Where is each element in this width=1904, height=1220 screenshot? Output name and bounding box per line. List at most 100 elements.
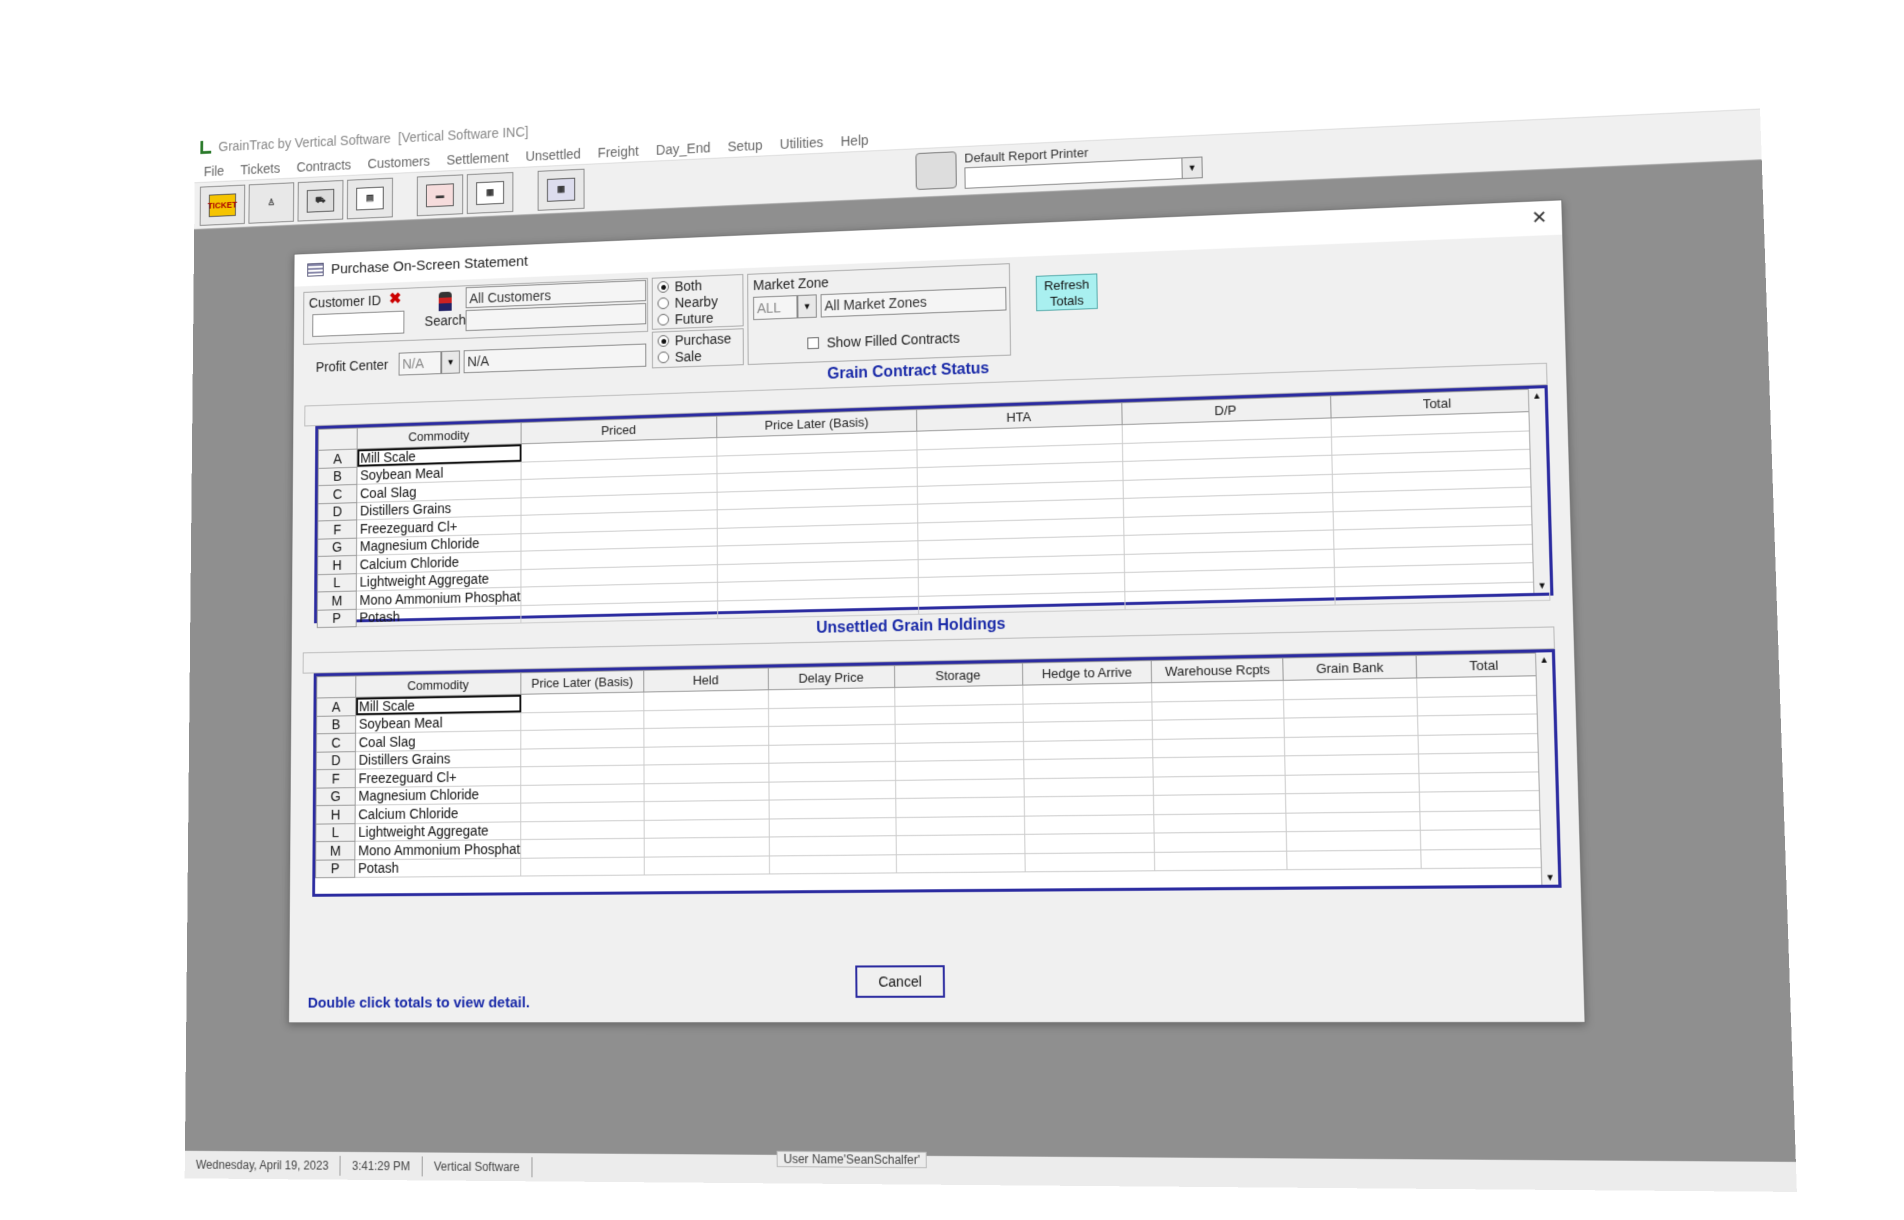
unsettled-value-cell[interactable]: [521, 728, 644, 748]
unsettled-value-cell[interactable]: [1153, 718, 1285, 739]
unsettled-value-cell[interactable]: [1022, 683, 1152, 704]
unsettled-value-cell[interactable]: [1024, 833, 1155, 853]
menu-help[interactable]: Help: [841, 132, 869, 149]
col-delay-price[interactable]: Delay Price: [768, 666, 894, 690]
freight-button[interactable]: ⛟: [298, 180, 344, 222]
report-button[interactable]: ▦: [467, 172, 514, 214]
unsettled-value-cell[interactable]: [521, 838, 644, 858]
commodity-cell[interactable]: Distillers Grains: [355, 749, 520, 770]
unsettled-value-cell[interactable]: [1155, 851, 1288, 871]
unsettled-value-cell[interactable]: [1417, 695, 1553, 716]
market-zone-code[interactable]: ALL: [753, 295, 797, 320]
unsettled-value-cell[interactable]: [521, 692, 644, 712]
unsettled-value-cell[interactable]: [1023, 720, 1153, 741]
customer-id-input[interactable]: [312, 311, 404, 337]
customer-button[interactable]: ♙: [248, 182, 294, 223]
unsettled-value-cell[interactable]: [896, 853, 1025, 873]
unsettled-value-cell[interactable]: [1417, 675, 1553, 696]
unsettled-value-cell[interactable]: [1152, 680, 1284, 701]
col-storage[interactable]: Storage: [894, 663, 1022, 687]
unsettled-value-cell[interactable]: [1023, 739, 1153, 760]
col-hedge-to-arrive[interactable]: Hedge to Arrive: [1022, 661, 1152, 686]
unsettled-value-cell[interactable]: [896, 834, 1025, 854]
unsettled-value-cell[interactable]: [895, 797, 1024, 817]
scroll-up-icon[interactable]: ▲: [1536, 654, 1552, 665]
commodity-cell[interactable]: Calcium Chloride: [355, 803, 521, 823]
settlement-button[interactable]: ▤: [347, 177, 393, 219]
unsettled-value-cell[interactable]: [644, 726, 769, 746]
unsettled-value-cell[interactable]: [894, 685, 1022, 706]
commodity-cell[interactable]: Freezeguard Cl+: [355, 767, 521, 787]
check-button[interactable]: ▬: [417, 174, 463, 216]
unsettled-value-cell[interactable]: [521, 857, 644, 876]
unsettled-value-cell[interactable]: [1154, 794, 1286, 814]
menu-customers[interactable]: Customers: [368, 153, 430, 171]
close-icon[interactable]: ✕: [1531, 207, 1547, 229]
unsettled-value-cell[interactable]: [644, 690, 769, 710]
unsettled-value-cell[interactable]: [1284, 716, 1418, 737]
unsettled-value-cell[interactable]: [644, 855, 769, 875]
menu-tickets[interactable]: Tickets: [240, 160, 280, 177]
unsettled-value-cell[interactable]: [1286, 792, 1420, 813]
unsettled-value-cell[interactable]: [1023, 701, 1153, 722]
unsettled-value-cell[interactable]: [1024, 852, 1155, 872]
commodity-cell[interactable]: Magnesium Chloride: [355, 785, 521, 805]
col-total[interactable]: Total: [1416, 653, 1552, 678]
search-button[interactable]: Search: [421, 291, 469, 337]
contract-value-cell[interactable]: [1124, 586, 1335, 609]
statement-button[interactable]: ▦: [538, 168, 585, 210]
scroll-down-icon[interactable]: ▼: [1534, 580, 1550, 591]
unsettled-value-cell[interactable]: [1023, 758, 1153, 779]
unsettled-value-cell[interactable]: [521, 765, 644, 785]
menu-freight[interactable]: Freight: [598, 143, 639, 160]
unsettled-value-cell[interactable]: [1285, 754, 1419, 775]
unsettled-value-cell[interactable]: [1024, 795, 1154, 815]
unsettled-value-cell[interactable]: [769, 743, 896, 763]
unsettled-value-cell[interactable]: [1419, 752, 1555, 773]
unsettled-value-cell[interactable]: [644, 782, 769, 802]
unsettled-value-cell[interactable]: [1420, 790, 1556, 811]
commodity-cell[interactable]: Potash: [356, 605, 521, 627]
contract-value-cell[interactable]: [718, 596, 919, 619]
menu-unsettled[interactable]: Unsettled: [525, 146, 580, 164]
unsettled-value-cell[interactable]: [895, 760, 1023, 780]
unsettled-value-cell[interactable]: [521, 820, 644, 840]
unsettled-value-cell[interactable]: [1421, 848, 1557, 868]
contract-value-cell[interactable]: [1334, 581, 1549, 605]
unsettled-value-cell[interactable]: [644, 819, 769, 839]
clear-icon[interactable]: ✖: [388, 292, 403, 308]
radio-both[interactable]: Both: [657, 278, 702, 295]
unsettled-value-cell[interactable]: [769, 761, 896, 781]
unsettled-value-cell[interactable]: [1153, 737, 1285, 758]
unsettled-value-cell[interactable]: [768, 724, 894, 744]
col-price-later[interactable]: Price Later (Basis): [521, 670, 644, 694]
col-held[interactable]: Held: [644, 668, 769, 692]
cancel-button[interactable]: Cancel: [855, 965, 945, 998]
radio-nearby[interactable]: Nearby: [658, 293, 718, 311]
unsettled-value-cell[interactable]: [1420, 810, 1556, 831]
unsettled-value-cell[interactable]: [1283, 678, 1417, 699]
unsettled-value-cell[interactable]: [1024, 814, 1154, 834]
contract-value-cell[interactable]: [919, 591, 1125, 614]
unsettled-value-cell[interactable]: [1287, 849, 1421, 869]
col-grain-bank[interactable]: Grain Bank: [1283, 655, 1417, 680]
unsettled-value-cell[interactable]: [521, 747, 644, 767]
chevron-down-icon[interactable]: ▼: [441, 350, 460, 374]
menu-file[interactable]: File: [204, 163, 224, 179]
unsettled-value-cell[interactable]: [1154, 775, 1286, 796]
menu-settlement[interactable]: Settlement: [447, 149, 509, 167]
commodity-cell[interactable]: Potash: [355, 858, 521, 878]
unsettled-value-cell[interactable]: [768, 706, 894, 727]
unsettled-grid[interactable]: Commodity Price Later (Basis) Held Delay…: [312, 649, 1561, 897]
chevron-down-icon[interactable]: ▼: [1181, 158, 1201, 179]
unsettled-value-cell[interactable]: [644, 837, 769, 857]
unsettled-value-cell[interactable]: [521, 783, 644, 803]
unsettled-value-cell[interactable]: [1152, 699, 1284, 720]
unsettled-value-cell[interactable]: [644, 763, 769, 783]
unsettled-value-cell[interactable]: [769, 854, 896, 874]
unsettled-value-cell[interactable]: [769, 817, 896, 837]
col-warehouse-rcpts[interactable]: Warehouse Rcpts: [1152, 658, 1284, 683]
unsettled-value-cell[interactable]: [644, 800, 769, 820]
menu-setup[interactable]: Setup: [728, 137, 763, 154]
contract-status-grid[interactable]: Commodity Priced Price Later (Basis) HTA…: [314, 385, 1553, 623]
